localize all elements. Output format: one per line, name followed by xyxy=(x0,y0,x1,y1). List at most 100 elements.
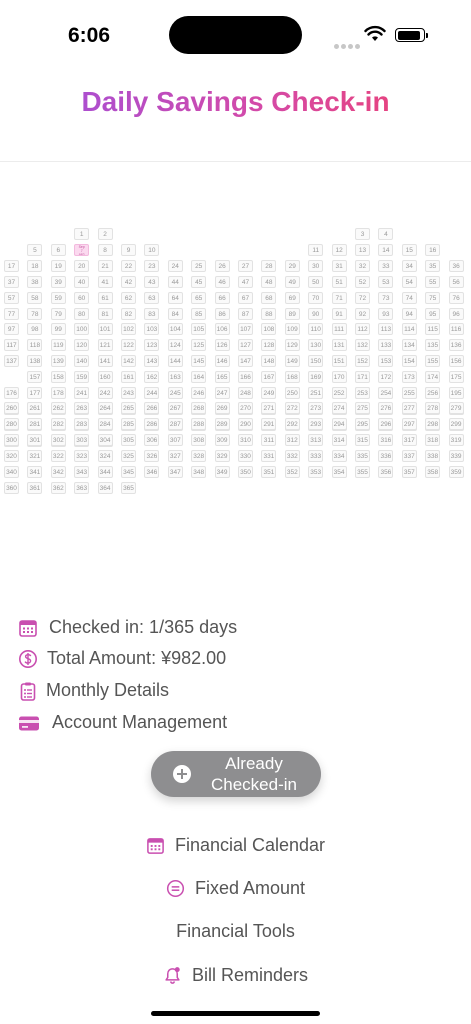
day-cell[interactable]: 55 xyxy=(425,275,441,288)
day-cell[interactable]: 102 xyxy=(121,323,136,336)
day-cell[interactable]: 145 xyxy=(191,355,207,368)
day-cell[interactable]: 42 xyxy=(121,275,136,288)
day-cell[interactable]: 45 xyxy=(191,275,207,288)
day-cell[interactable]: 112 xyxy=(355,323,370,336)
day-cell[interactable]: 94 xyxy=(401,307,417,320)
day-cell[interactable]: 310 xyxy=(238,433,253,446)
day-cell[interactable]: 281 xyxy=(27,417,43,430)
day-cell[interactable]: 39 xyxy=(50,275,66,288)
day-cell[interactable]: 288 xyxy=(191,417,207,430)
day-cell[interactable]: 113 xyxy=(378,323,394,336)
day-cell[interactable]: 33 xyxy=(378,259,394,272)
day-cell[interactable]: 170 xyxy=(331,371,347,384)
day-cell[interactable]: 172 xyxy=(378,371,394,384)
day-cell[interactable]: 67 xyxy=(238,291,253,304)
day-cell[interactable]: 362 xyxy=(50,481,66,494)
day-cell[interactable]: 137 xyxy=(4,355,19,368)
day-cell[interactable]: 279 xyxy=(448,402,464,414)
day-cell[interactable]: 332 xyxy=(284,449,300,462)
day-cell[interactable]: 122 xyxy=(121,339,136,352)
day-cell[interactable]: 95 xyxy=(425,307,441,320)
day-cell[interactable]: 354 xyxy=(331,465,347,478)
day-cell[interactable]: 80 xyxy=(74,307,90,320)
day-cell[interactable]: 124 xyxy=(167,339,183,352)
day-cell[interactable]: 265 xyxy=(121,402,136,414)
day-cell[interactable]: 36 xyxy=(448,259,464,272)
day-cell[interactable]: 5 xyxy=(27,243,43,256)
day-cell[interactable]: 15 xyxy=(401,243,417,256)
day-cell[interactable]: 114 xyxy=(401,323,417,336)
day-cell[interactable]: 126 xyxy=(214,339,230,352)
day-cell[interactable]: 43 xyxy=(144,275,160,288)
day-cell[interactable]: 143 xyxy=(144,355,160,368)
day-cell[interactable]: 101 xyxy=(97,323,113,336)
day-cell[interactable]: 149 xyxy=(284,355,300,368)
day-cell[interactable]: 96 xyxy=(448,307,464,320)
day-cell[interactable]: 164 xyxy=(191,371,207,384)
day-cell[interactable]: 76 xyxy=(448,291,464,304)
day-cell[interactable]: 79 xyxy=(50,307,66,320)
day-cell[interactable]: 330 xyxy=(238,449,253,462)
day-cell[interactable]: 89 xyxy=(284,307,300,320)
day-cell[interactable]: 31 xyxy=(331,259,347,272)
day-cell[interactable]: 300 xyxy=(4,433,19,446)
day-cell[interactable]: 260 xyxy=(4,402,19,414)
day-cell[interactable]: 104 xyxy=(167,323,183,336)
day-cell[interactable]: 115 xyxy=(425,323,441,336)
day-cell[interactable]: 303 xyxy=(74,433,90,446)
day-cell[interactable]: 28 xyxy=(261,259,277,272)
day-cell[interactable]: 58 xyxy=(27,291,43,304)
checkin-button[interactable]: Already Checked-in xyxy=(151,751,321,797)
day-cell[interactable]: 40 xyxy=(74,275,90,288)
day-cell[interactable]: 87 xyxy=(238,307,253,320)
day-cell[interactable]: 355 xyxy=(355,465,370,478)
day-cell[interactable]: 44 xyxy=(167,275,183,288)
day-cell[interactable]: 75 xyxy=(425,291,441,304)
day-cell[interactable]: 117 xyxy=(4,339,19,352)
day-cell[interactable]: 13 xyxy=(355,243,370,256)
day-cell[interactable]: 282 xyxy=(50,417,66,430)
day-cell[interactable]: 85 xyxy=(191,307,207,320)
day-cell[interactable]: 35 xyxy=(425,259,441,272)
day-cell[interactable]: 77 xyxy=(4,307,19,320)
day-cell[interactable]: 81 xyxy=(97,307,113,320)
day-cell[interactable]: 311 xyxy=(261,433,277,446)
day-cell[interactable]: 286 xyxy=(144,417,160,430)
day-cell[interactable]: 289 xyxy=(214,417,230,430)
day-cell[interactable]: 127 xyxy=(238,339,253,352)
day-cell[interactable]: 116 xyxy=(448,323,464,336)
day-cell[interactable]: 46 xyxy=(214,275,230,288)
day-cell[interactable]: 119 xyxy=(50,339,66,352)
day-cell[interactable]: 298 xyxy=(425,417,441,430)
day-cell[interactable]: 291 xyxy=(261,417,277,430)
day-cell[interactable]: 336 xyxy=(378,449,394,462)
day-cell[interactable]: 139 xyxy=(50,355,66,368)
day-cell[interactable]: 283 xyxy=(74,417,90,430)
day-cell[interactable]: 105 xyxy=(191,323,207,336)
day-cell[interactable]: 319 xyxy=(448,433,464,446)
day-cell[interactable]: 249 xyxy=(261,387,277,399)
day-cell[interactable]: 280 xyxy=(4,417,19,430)
day-cell[interactable]: 327 xyxy=(167,449,183,462)
day-cell[interactable]: 344 xyxy=(97,465,113,478)
bill-reminders-link[interactable]: Bill Reminders xyxy=(0,965,471,990)
day-cell[interactable]: 242 xyxy=(97,387,113,399)
day-cell[interactable]: 315 xyxy=(355,433,370,446)
day-cell[interactable]: 152 xyxy=(355,355,370,368)
day-cell[interactable]: 261 xyxy=(27,402,43,414)
day-cell[interactable]: 323 xyxy=(74,449,90,462)
day-cell[interactable]: 90 xyxy=(308,307,324,320)
day-cell[interactable]: 266 xyxy=(144,402,160,414)
day-cell[interactable]: 154 xyxy=(401,355,417,368)
day-cell[interactable]: 308 xyxy=(191,433,207,446)
day-cell[interactable]: 20 xyxy=(74,259,90,272)
day-cell[interactable]: 358 xyxy=(425,465,441,478)
day-cell[interactable]: 339 xyxy=(448,449,464,462)
day-cell[interactable]: 62 xyxy=(121,291,136,304)
day-cell[interactable]: 150 xyxy=(308,355,324,368)
day-cell[interactable]: 107 xyxy=(238,323,253,336)
day-cell[interactable]: 130 xyxy=(308,339,324,352)
day-cell[interactable]: 21 xyxy=(97,259,113,272)
day-cell[interactable]: 263 xyxy=(74,402,90,414)
day-cell[interactable]: 299 xyxy=(448,417,464,430)
